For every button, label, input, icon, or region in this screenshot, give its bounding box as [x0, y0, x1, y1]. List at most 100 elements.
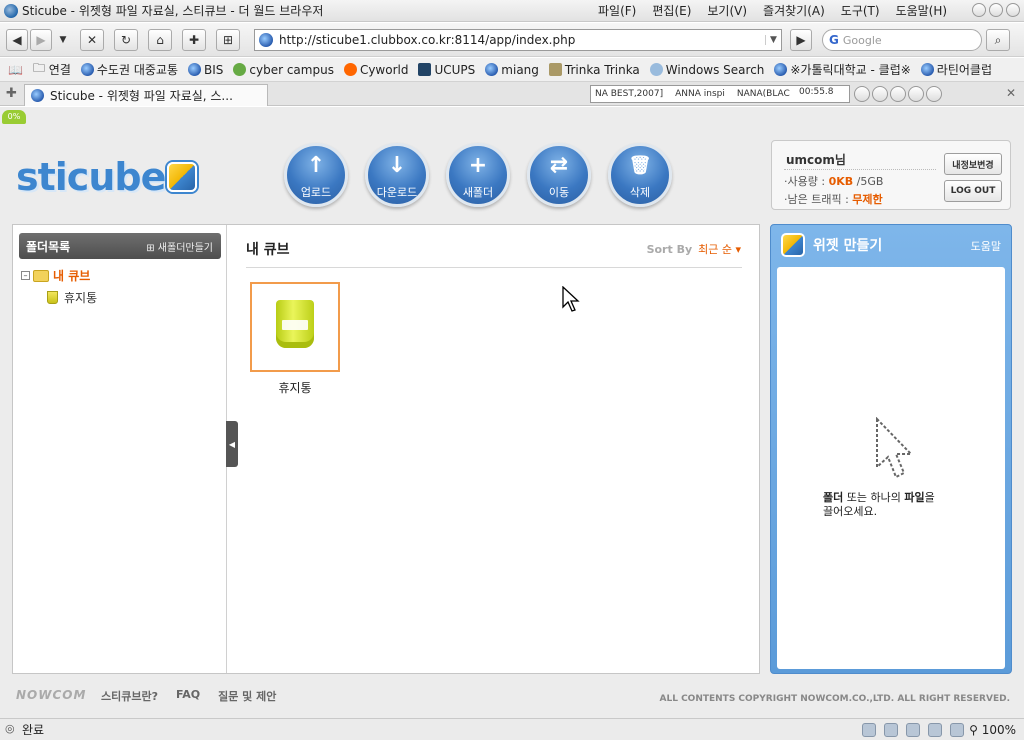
- widget-title: 위젯 만들기: [813, 238, 883, 254]
- menu-help[interactable]: 도움말(H): [896, 2, 948, 19]
- search-input[interactable]: G Google: [822, 29, 982, 51]
- divider: [246, 267, 742, 268]
- menu-tools[interactable]: 도구(T): [841, 2, 880, 19]
- footer-link-about[interactable]: 스티큐브란?: [101, 688, 158, 704]
- home-icon: ⌂: [156, 33, 164, 47]
- home-button[interactable]: ⌂: [148, 29, 172, 51]
- widget-help-link[interactable]: 도움말: [971, 238, 1001, 254]
- window-controls: [972, 3, 1020, 17]
- sort-control[interactable]: Sort By 최근 순 ▾: [647, 241, 741, 257]
- traffic-row: ·남은 트래픽 : 무제한: [784, 193, 883, 206]
- history-dropdown[interactable]: ▼: [56, 29, 70, 51]
- trash-bin-icon: [47, 291, 58, 304]
- menu-bar: 파일(F) 편집(E) 보기(V) 즐겨찾기(A) 도구(T) 도움말(H): [598, 2, 963, 19]
- usage-value: 0KB: [828, 175, 854, 188]
- usage-row: ·사용량 : 0KB /5GB: [784, 175, 884, 188]
- bookmark-item[interactable]: miang: [485, 63, 539, 77]
- zoom-level[interactable]: ⚲ 100%: [969, 723, 1016, 737]
- close-window-button[interactable]: [1006, 3, 1020, 17]
- folder-list-title: 폴더목록: [26, 239, 71, 254]
- media-player-strip[interactable]: NA BEST,2007] ANNA inspi NANA(BLAC 00:55…: [590, 85, 850, 103]
- bookmark-item[interactable]: 수도권 대중교통: [80, 61, 178, 78]
- bookmark-item[interactable]: ※가톨릭대학교 - 클럽※: [774, 61, 911, 78]
- logout-button[interactable]: LOG OUT: [944, 180, 1002, 202]
- status-page-icon[interactable]: [862, 723, 876, 737]
- sticube-logo[interactable]: sticube: [16, 155, 198, 199]
- window-icon: ⊞: [222, 33, 234, 47]
- go-button[interactable]: ▶: [790, 29, 812, 51]
- media-time: 00:55.8: [799, 87, 834, 97]
- forward-button[interactable]: ▶: [30, 29, 52, 51]
- close-tab-icon[interactable]: ✕: [1006, 86, 1016, 100]
- widget-drop-zone[interactable]: 폴더 또는 하나의 파일을 끌어오세요.: [777, 267, 1005, 669]
- tree-item-my-cube[interactable]: – 내 큐브: [21, 267, 90, 284]
- bookmark-item[interactable]: Windows Search: [649, 63, 764, 77]
- download-arrow-icon: ↓: [387, 153, 407, 178]
- site-globe-icon: [259, 33, 273, 47]
- tree-item-trash[interactable]: 휴지통: [47, 289, 97, 306]
- back-button[interactable]: ◀: [6, 29, 28, 51]
- footer-link-feedback[interactable]: 질문 및 제안: [218, 688, 276, 704]
- status-download-icon[interactable]: [906, 723, 920, 737]
- file-item-trash[interactable]: [250, 282, 340, 372]
- bookmark-item[interactable]: 🗀 연결: [33, 59, 71, 80]
- bookmark-book[interactable]: 📖: [8, 63, 23, 77]
- search-button[interactable]: ⌕: [986, 29, 1010, 51]
- folder-open-icon: [33, 269, 49, 282]
- collapse-toggle-icon[interactable]: –: [21, 271, 30, 280]
- tab-bar: ✚ Sticube - 위젯형 파일 자료실, 스... NA BEST,200…: [0, 82, 1024, 106]
- download-button[interactable]: ↓ 다운로드: [365, 143, 429, 207]
- bookmark-item[interactable]: 라틴어클럽: [920, 61, 992, 78]
- search-icon: ⌕: [994, 32, 1002, 47]
- bookmark-item[interactable]: BIS: [188, 63, 223, 77]
- new-folder-button[interactable]: + 새폴더: [446, 143, 510, 207]
- delete-button[interactable]: 🗑 삭제: [608, 143, 672, 207]
- bookmark-item[interactable]: UCUPS: [418, 63, 475, 77]
- cyworld-icon: [343, 63, 357, 76]
- tab-sticube[interactable]: Sticube - 위젯형 파일 자료실, 스...: [24, 84, 268, 106]
- minimize-button[interactable]: [972, 3, 986, 17]
- media-track: NANA(BLAC: [736, 89, 790, 99]
- drag-cursor-icon: [876, 417, 914, 479]
- add-favorite-button[interactable]: ✚: [182, 29, 206, 51]
- hp-icon: [418, 63, 432, 76]
- status-volume-icon[interactable]: [928, 723, 942, 737]
- menu-file[interactable]: 파일(F): [598, 2, 636, 19]
- globe-icon: [80, 63, 94, 76]
- media-rewind-button[interactable]: [872, 86, 888, 102]
- new-window-button[interactable]: ⊞: [216, 29, 240, 51]
- upload-button[interactable]: ↑ 업로드: [284, 143, 348, 207]
- page-viewport: 0% sticube ↑ 업로드 ↓ 다운로드 + 새폴더 ⇄ 이동 🗑 삭제 …: [0, 107, 1024, 718]
- globe-icon: [233, 63, 247, 76]
- account-panel: umcom님 ·사용량 : 0KB /5GB ·남은 트래픽 : 무제한 내정보…: [771, 140, 1011, 210]
- file-name: 휴지통: [278, 381, 312, 395]
- menu-view[interactable]: 보기(V): [707, 2, 747, 19]
- usage-total: /5GB: [856, 175, 884, 188]
- status-compass-icon[interactable]: [884, 723, 898, 737]
- media-play-button[interactable]: [908, 86, 924, 102]
- menu-edit[interactable]: 편집(E): [652, 2, 691, 19]
- magnifier-icon: ⚲: [969, 723, 982, 737]
- footer-link-faq[interactable]: FAQ: [176, 688, 200, 704]
- maximize-button[interactable]: [989, 3, 1003, 17]
- media-next-button[interactable]: [926, 86, 942, 102]
- address-bar[interactable]: http://sticube1.clubbox.co.kr:8114/app/i…: [254, 29, 782, 51]
- status-window-icon[interactable]: [950, 723, 964, 737]
- media-stop-button[interactable]: [890, 86, 906, 102]
- bookmark-item[interactable]: Trinka Trinka: [548, 63, 640, 77]
- stop-button[interactable]: ✕: [80, 29, 104, 51]
- refresh-button[interactable]: ↻: [114, 29, 138, 51]
- globe-icon: [774, 63, 788, 76]
- address-dropdown-icon[interactable]: ▼: [765, 35, 781, 45]
- move-button[interactable]: ⇄ 이동: [527, 143, 591, 207]
- new-folder-link[interactable]: ⊞ 새폴더만들기: [146, 239, 213, 254]
- edit-profile-button[interactable]: 내정보변경: [944, 153, 1002, 175]
- menu-favorites[interactable]: 즐겨찾기(A): [763, 2, 825, 19]
- globe-icon: [920, 63, 934, 76]
- new-tab-plus-icon[interactable]: ✚: [6, 86, 17, 101]
- media-prev-button[interactable]: [854, 86, 870, 102]
- media-track: NA BEST,2007]: [595, 89, 664, 99]
- bookmark-item[interactable]: Cyworld: [343, 63, 408, 77]
- chevron-down-icon: ▼: [59, 35, 67, 45]
- bookmark-item[interactable]: cyber campus: [233, 63, 334, 77]
